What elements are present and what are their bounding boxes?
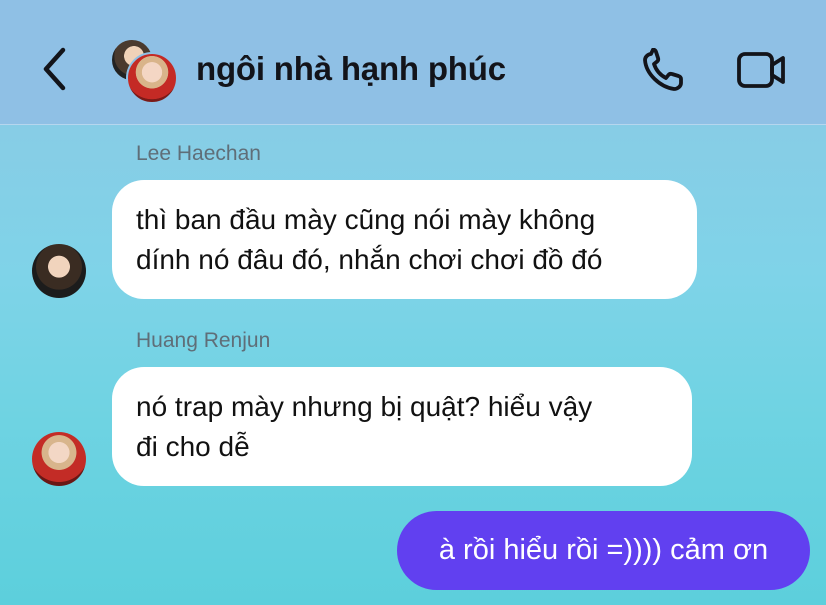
message-text: nó trap mày nhưng bị quật? hiểu vậy	[136, 391, 593, 422]
message-text: thì ban đầu mày cũng nói mày không	[136, 204, 596, 235]
message-bubble[interactable]: nó trap mày nhưng bị quật? hiểu vậy đi c…	[112, 367, 692, 486]
message-bubble[interactable]: thì ban đầu mày cũng nói mày không dính …	[112, 180, 697, 299]
own-message-bubble[interactable]: à rồi hiểu rồi =)))) cảm ơn	[397, 511, 810, 590]
call-button[interactable]	[640, 47, 688, 92]
back-button[interactable]	[36, 44, 76, 94]
message-text: dính nó đâu đó, nhắn chơi chơi đồ đó	[136, 244, 603, 275]
sender-avatar[interactable]	[32, 432, 86, 486]
chat-title[interactable]: ngôi nhà hạnh phúc	[196, 50, 506, 88]
sender-name: Lee Haechan	[136, 142, 261, 165]
chevron-left-icon	[43, 47, 66, 91]
message-text: đi cho dễ	[136, 431, 250, 462]
member-avatar	[126, 52, 178, 104]
sender-avatar[interactable]	[32, 244, 86, 298]
group-avatar[interactable]	[110, 38, 180, 104]
chat-header: ngôi nhà hạnh phúc	[0, 0, 826, 125]
phone-icon	[643, 47, 683, 91]
video-camera-icon	[737, 52, 785, 88]
sender-name: Huang Renjun	[136, 329, 271, 352]
video-call-button[interactable]	[736, 50, 788, 90]
